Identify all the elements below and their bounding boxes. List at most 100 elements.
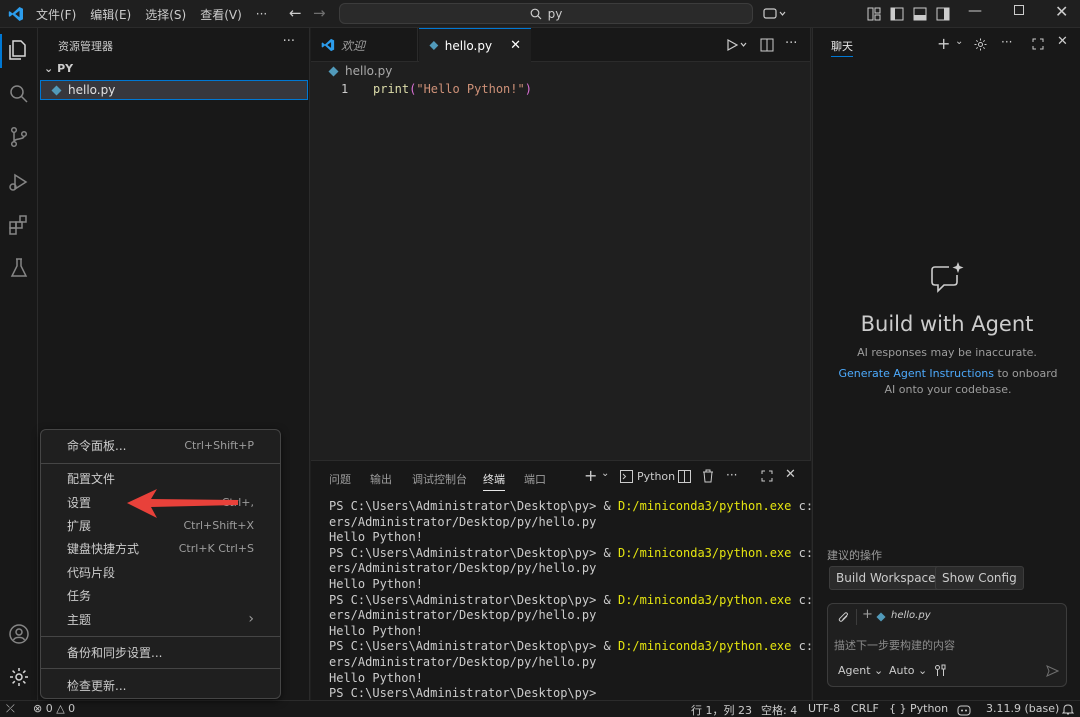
menu-item-check-updates[interactable]: 检查更新... [41, 674, 280, 696]
maximize-icon[interactable] [1014, 5, 1024, 15]
minimize-icon[interactable]: — [968, 3, 982, 19]
panel-tab-ports[interactable]: 端口 [524, 471, 546, 487]
menu-selection[interactable]: 选择(S) [145, 6, 186, 23]
chat-more-icon[interactable]: ··· [1001, 35, 1012, 49]
add-context-icon[interactable]: + [862, 607, 873, 622]
copilot-icon[interactable] [957, 703, 971, 716]
python-file-icon [51, 85, 62, 95]
editor-more-icon[interactable]: ··· [785, 36, 797, 51]
tab-welcome[interactable]: 欢迎 [311, 28, 418, 62]
language-mode[interactable]: { } Python [889, 702, 948, 715]
panel-tab-output[interactable]: 输出 [370, 471, 392, 487]
panel-tab-terminal[interactable]: 终端 [483, 471, 505, 491]
show-config-button[interactable]: Show Config [935, 566, 1024, 590]
source-control-icon[interactable] [7, 125, 31, 149]
agent-mode-picker[interactable]: Agent ⌄ [838, 664, 883, 677]
panel-more-icon[interactable]: ··· [726, 468, 737, 482]
chevron-down-icon[interactable]: ⌄ [601, 468, 609, 479]
close-chat-icon[interactable]: ✕ [1057, 34, 1068, 49]
menu-item-tasks[interactable]: 任务 [41, 584, 280, 606]
testing-flask-icon[interactable] [7, 256, 31, 280]
menu-item-themes[interactable]: 主题 › [41, 608, 280, 630]
toggle-panel-icon[interactable] [913, 7, 927, 21]
terminal-line: PS C:\Users\Administrator\Desktop\py> & … [329, 639, 835, 655]
customize-layout-icon[interactable] [867, 7, 881, 21]
forward-arrow-icon[interactable]: → [313, 4, 326, 22]
send-icon[interactable] [1046, 665, 1059, 677]
command-center-search[interactable]: py [339, 3, 753, 24]
panel-tab-debug-console[interactable]: 调试控制台 [412, 471, 467, 487]
problems-status[interactable]: ⊗ 0 △ 0 [33, 702, 75, 715]
manage-gear-icon[interactable] [7, 665, 31, 689]
menu-item-label: 备份和同步设置... [67, 645, 163, 660]
terminal-text: Hello Python! [329, 670, 423, 685]
menu-file[interactable]: 文件(F) [36, 6, 76, 23]
breadcrumb[interactable]: hello.py [328, 62, 392, 80]
split-editor-icon[interactable] [760, 38, 774, 52]
gear-icon[interactable] [974, 38, 987, 51]
terminal-output[interactable]: PS C:\Users\Administrator\Desktop\py> & … [329, 499, 835, 702]
menu-item-command-palette[interactable]: 命令面板... Ctrl+Shift+P [41, 434, 280, 456]
run-python-icon[interactable] [726, 38, 750, 52]
menu-item-backup-sync[interactable]: 备份和同步设置... [41, 641, 280, 663]
terminal-line: Hello Python! [329, 530, 809, 546]
model-picker[interactable]: Auto ⌄ [889, 664, 927, 677]
new-terminal-icon[interactable]: + [584, 466, 597, 485]
close-tab-icon[interactable]: ✕ [510, 38, 521, 53]
encoding[interactable]: UTF-8 [808, 702, 840, 715]
chat-tab[interactable]: 聊天 [831, 38, 853, 57]
split-terminal-icon[interactable] [678, 470, 691, 483]
terminal-line: PS C:\Users\Administrator\Desktop\py> & … [329, 592, 835, 609]
explorer-icon[interactable] [7, 38, 31, 62]
attach-icon[interactable] [838, 611, 850, 624]
close-window-icon[interactable]: ✕ [1055, 2, 1068, 21]
menu-item-label: 扩展 [67, 518, 92, 533]
chevron-down-icon[interactable]: ⌄ [955, 36, 963, 47]
remote-icon[interactable]: ⤫ [6, 702, 15, 716]
build-workspace-button[interactable]: Build Workspace [829, 566, 943, 590]
menu-item-keyboard-shortcuts[interactable]: 键盘快捷方式 Ctrl+K Ctrl+S [41, 537, 280, 559]
close-panel-icon[interactable]: ✕ [785, 467, 796, 482]
back-arrow-icon[interactable]: ← [289, 4, 302, 22]
menu-item-profiles[interactable]: 配置文件 [41, 467, 280, 489]
new-chat-icon[interactable]: + [937, 34, 950, 53]
search-view-icon[interactable] [7, 82, 31, 106]
menu-item-snippets[interactable]: 代码片段 [41, 561, 280, 583]
indentation[interactable]: 空格: 4 [761, 702, 797, 717]
terminal-profile[interactable]: Python [620, 470, 675, 483]
run-debug-icon[interactable] [7, 170, 31, 194]
menu-more[interactable]: ··· [256, 7, 267, 21]
maximize-panel-icon[interactable] [761, 470, 773, 482]
python-interpreter[interactable]: 3.11.9 (base) [986, 702, 1059, 715]
folder-row[interactable]: ⌄ PY [44, 62, 73, 75]
terminal-text: PS C:\Users\Administrator\Desktop\py> & [329, 499, 618, 513]
generate-instructions-link[interactable]: Generate Agent Instructions [838, 367, 994, 380]
maximize-chat-icon[interactable] [1032, 38, 1044, 50]
breadcrumb-file: hello.py [345, 64, 393, 78]
menu-view[interactable]: 查看(V) [200, 6, 242, 23]
toggle-secondary-sidebar-icon[interactable] [936, 7, 950, 21]
file-item-hello-py[interactable]: hello.py [40, 80, 308, 100]
copilot-chat-icon[interactable] [763, 7, 787, 21]
cursor-position[interactable]: 行 1，列 23 [691, 702, 752, 717]
terminal-command: D:/miniconda3/python.exe [617, 592, 792, 607]
panel-tab-problems[interactable]: 问题 [329, 471, 351, 487]
toggle-primary-sidebar-icon[interactable] [890, 7, 904, 21]
chat-input-box[interactable]: + hello.py 描述下一步要构建的内容 Agent ⌄ Auto ⌄ [827, 603, 1067, 687]
bell-icon[interactable] [1062, 703, 1074, 716]
explorer-more-icon[interactable]: ··· [283, 34, 295, 49]
code-string: "Hello Python!" [416, 82, 525, 96]
end-of-line[interactable]: CRLF [851, 702, 879, 715]
title-bar: 文件(F) 编辑(E) 选择(S) 查看(V) ··· ← → py — ✕ [0, 0, 1080, 28]
accounts-icon[interactable] [7, 622, 31, 646]
code-line[interactable]: print("Hello Python!") [373, 82, 532, 96]
code-editor[interactable]: 1 print("Hello Python!") [311, 80, 811, 460]
tools-icon[interactable] [934, 664, 947, 677]
terminal-text: PS C:\Users\Administrator\Desktop\py> & [329, 639, 618, 654]
tab-hello-py[interactable]: hello.py ✕ [419, 28, 531, 62]
menu-edit[interactable]: 编辑(E) [90, 6, 131, 23]
trash-icon[interactable] [702, 469, 714, 483]
extensions-icon[interactable] [7, 213, 31, 237]
red-arrow-annotation [127, 489, 238, 518]
context-file[interactable]: hello.py [891, 610, 931, 621]
